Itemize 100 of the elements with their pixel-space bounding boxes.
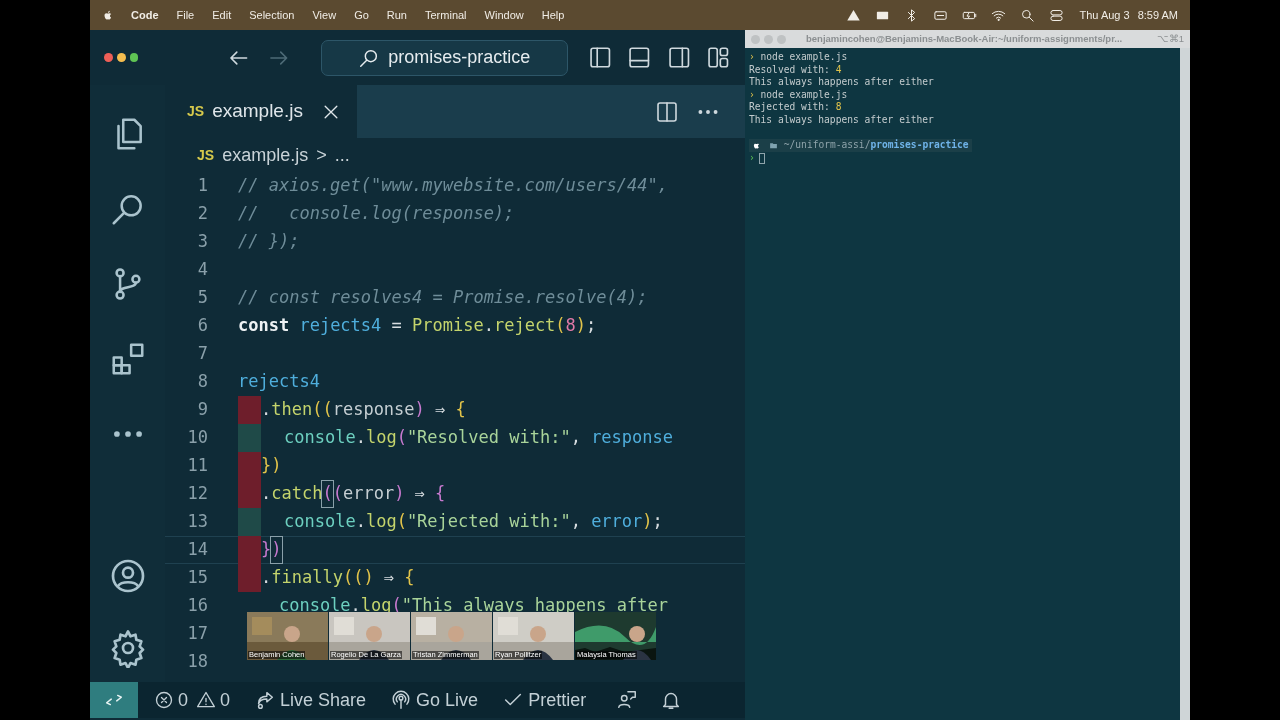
code-token: . [355, 510, 366, 534]
code-token: log [365, 510, 397, 534]
code-token: . [350, 594, 361, 618]
menu-item[interactable]: Go [345, 6, 378, 24]
code-token: ; [586, 314, 597, 338]
line-number: 18 [186, 650, 209, 674]
problems-status[interactable]: 0 0 [154, 686, 231, 714]
status-item[interactable]: Go Live [390, 686, 479, 714]
menu-item[interactable]: File [167, 6, 204, 24]
terminal-output: Resolved with: [749, 63, 831, 77]
line-number: 11 [186, 454, 209, 478]
line-number: 5 [196, 286, 209, 310]
prompt-symbol: › [749, 51, 755, 64]
terminal-output: Rejected with: [749, 101, 831, 114]
code-token: "Rejected with:" [406, 510, 571, 534]
code-token: console [277, 594, 351, 618]
code-token: finally [271, 566, 343, 590]
code-token: ( [322, 481, 333, 507]
code-token: ( [332, 482, 343, 506]
apple-icon[interactable] [102, 8, 114, 22]
app-menu[interactable]: Code [122, 6, 168, 24]
line-number: 4 [196, 258, 209, 282]
text-cursor [758, 152, 765, 164]
editor-tab[interactable]: JS example.js [165, 85, 357, 138]
secondary-sidebar-icon[interactable] [666, 45, 692, 70]
prompt-path-segment: ~/uniform-assi/promises-practice [749, 139, 972, 152]
breadcrumb-file[interactable]: example.js [222, 141, 309, 169]
code-token: ; [652, 510, 663, 534]
line-number: 12 [186, 482, 209, 506]
window-title: benjamincohen@Benjamins-MacBook-Air:~/uniform-assignments/pr... [806, 31, 1124, 46]
line-number: 6 [196, 314, 209, 338]
terminal-output: This always happens after either [749, 113, 934, 127]
code-token: ⇒ [413, 482, 426, 506]
menu-item[interactable]: View [303, 6, 346, 24]
menu-bar-date[interactable]: Thu Aug 3 [1079, 6, 1130, 24]
menu-item[interactable]: Help [532, 6, 574, 24]
code-token: // axios.get("www.mywebsite.com/users/44", [238, 174, 668, 198]
code-token: log [365, 426, 397, 450]
command-center-search[interactable]: promises-practice [320, 39, 568, 76]
breadcrumb-separator: > [316, 143, 327, 167]
terminal-command: node example.js [759, 88, 848, 102]
warning-icon [196, 690, 216, 710]
menu-item[interactable]: Window [475, 6, 533, 24]
line-number: 1 [196, 174, 209, 198]
control-center-icon[interactable] [1049, 7, 1065, 23]
code-token: (() [342, 566, 374, 590]
panel-toggle-icon[interactable] [627, 45, 652, 70]
menu-item[interactable]: Run [377, 6, 416, 24]
code-token: then [271, 398, 313, 422]
file-type-label: JS [197, 145, 215, 165]
code-token: . [261, 482, 272, 506]
code-token: console [283, 426, 356, 450]
line-number: 8 [196, 370, 209, 394]
search-icon[interactable] [1020, 7, 1036, 23]
code-token: response [591, 426, 673, 450]
code-token: // }); [238, 230, 300, 254]
accounts-feedback-icon[interactable] [616, 689, 639, 711]
menu-item[interactable]: Edit [203, 6, 241, 24]
code-token: (( [312, 398, 333, 422]
code-token: , [570, 510, 582, 534]
line-number: 3 [196, 230, 209, 254]
code-token: reject [493, 314, 556, 338]
sidebar-toggle-icon[interactable] [587, 45, 613, 70]
line-number: 17 [186, 622, 209, 646]
layout-icon[interactable] [706, 45, 731, 70]
code-token: Promise [412, 314, 484, 338]
code-token: error [342, 482, 395, 506]
code-token: ) [575, 314, 587, 338]
status-item[interactable]: Live Share [254, 686, 367, 714]
line-number: 13 [186, 510, 209, 534]
code-token: { [435, 482, 446, 506]
code-token: . [261, 566, 272, 590]
warning-icon[interactable] [846, 7, 862, 23]
line-number: 16 [186, 594, 209, 618]
scrollbar[interactable] [1180, 48, 1190, 720]
breadcrumb-more[interactable]: ... [334, 141, 350, 169]
folder-icon [769, 140, 778, 150]
code-token: rejects4 [298, 314, 382, 338]
menu-item[interactable]: Terminal [416, 6, 476, 24]
code-token: console [283, 510, 356, 534]
menu-item[interactable]: Selection [240, 6, 304, 24]
code-token: ) [642, 510, 653, 534]
prompt-symbol: › [749, 88, 755, 102]
terminal-command: node example.js [759, 51, 848, 64]
line-number: 15 [186, 566, 209, 590]
code-token: , [570, 426, 582, 450]
line-number: 7 [196, 342, 209, 366]
prompt-symbol: › [749, 151, 755, 165]
code-token: ⇒ [434, 398, 447, 422]
code-token: ( [396, 426, 407, 450]
code-token: . [483, 314, 494, 338]
code-token: rejects4 [238, 370, 320, 394]
menu-bar-clock[interactable]: 8:59 AM [1137, 6, 1178, 24]
code-token: . [261, 398, 272, 422]
status-item[interactable]: Prettier [502, 686, 587, 714]
code-token: ) [394, 482, 405, 506]
line-number: 14 [186, 538, 209, 562]
split-editor-icon[interactable] [655, 99, 679, 124]
code-token: "This always happens after [401, 594, 668, 618]
terminal-value: 8 [835, 101, 842, 114]
